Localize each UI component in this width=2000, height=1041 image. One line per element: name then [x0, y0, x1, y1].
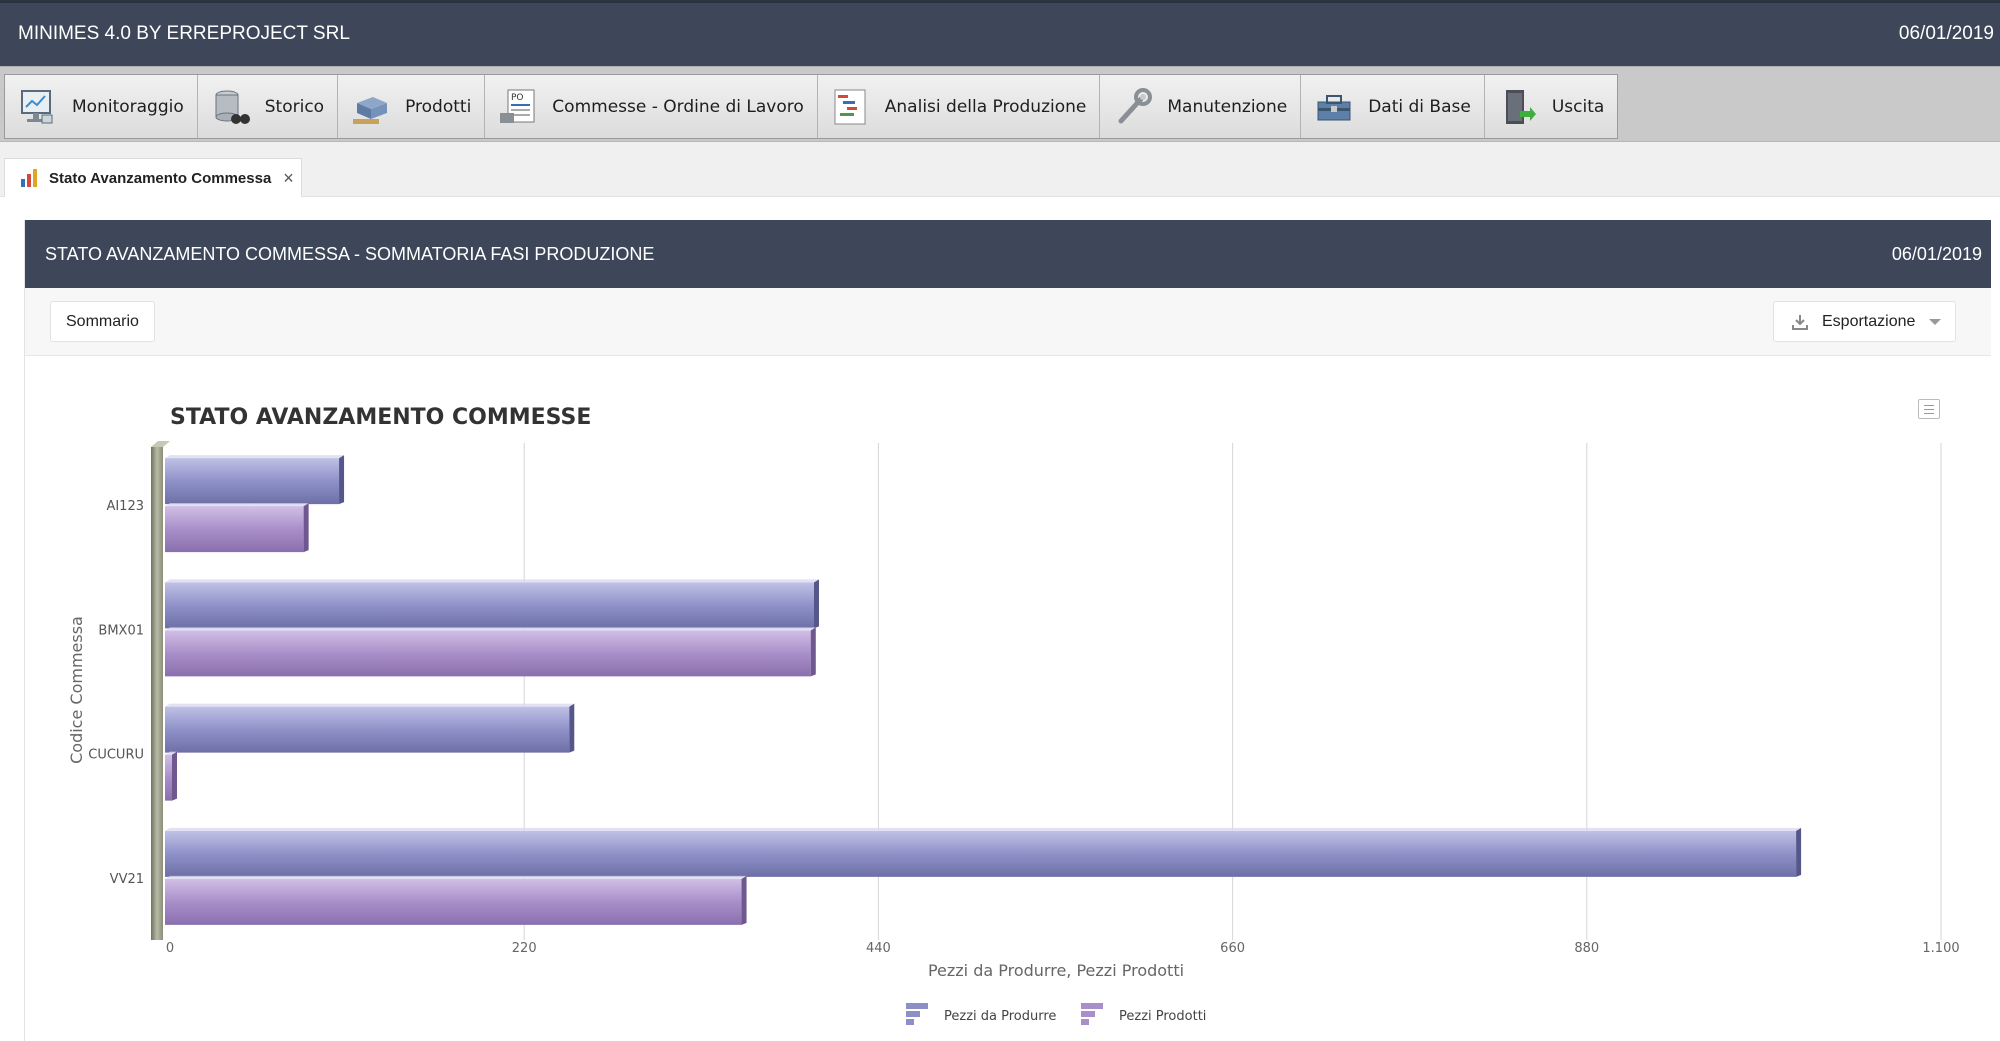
- y-axis-title: Codice Commessa: [67, 616, 86, 764]
- x-tick-label: 1.100: [1922, 941, 1959, 956]
- bar-bmx01-da-produrre: [165, 579, 819, 629]
- bar-bmx01-prodotti: [165, 627, 816, 677]
- x-tick-label: 880: [1574, 941, 1599, 956]
- y-category-label: CUCURU: [88, 748, 144, 763]
- bar-ai123-prodotti: [165, 503, 309, 553]
- bar-cucuru-prodotti: [165, 751, 177, 801]
- y-category-label: AI123: [106, 499, 144, 514]
- x-tick-label: 440: [866, 941, 891, 956]
- y-category-label: BMX01: [98, 623, 144, 638]
- legend-item[interactable]: Pezzi Prodotti: [1081, 1003, 1206, 1025]
- y-axis-wall-top: [151, 441, 170, 447]
- chart-menu-icon[interactable]: [1918, 399, 1940, 419]
- bar-cucuru-da-produrre: [165, 703, 575, 753]
- legend-label: Pezzi da Produrre: [944, 1009, 1056, 1024]
- y-category-label: VV21: [110, 872, 144, 887]
- progress-chart: STATO AVANZAMENTO COMMESSE AI123 BMX01 CUC…: [67, 405, 1960, 1025]
- chart-title: STATO AVANZAMENTO COMMESSE: [170, 405, 591, 430]
- legend-label: Pezzi Prodotti: [1119, 1009, 1206, 1024]
- x-tick-label: 220: [512, 941, 537, 956]
- x-tick-label: 0: [166, 941, 174, 956]
- bar-vv21-da-produrre: [165, 827, 1802, 877]
- legend-item[interactable]: Pezzi da Produrre: [906, 1003, 1056, 1025]
- bar-vv21-prodotti: [165, 875, 747, 925]
- bar-ai123-da-produrre: [165, 455, 345, 505]
- x-tick-label: 660: [1220, 941, 1245, 956]
- x-axis-title: Pezzi da Produrre, Pezzi Prodotti: [928, 961, 1184, 980]
- y-axis-wall: [151, 447, 163, 940]
